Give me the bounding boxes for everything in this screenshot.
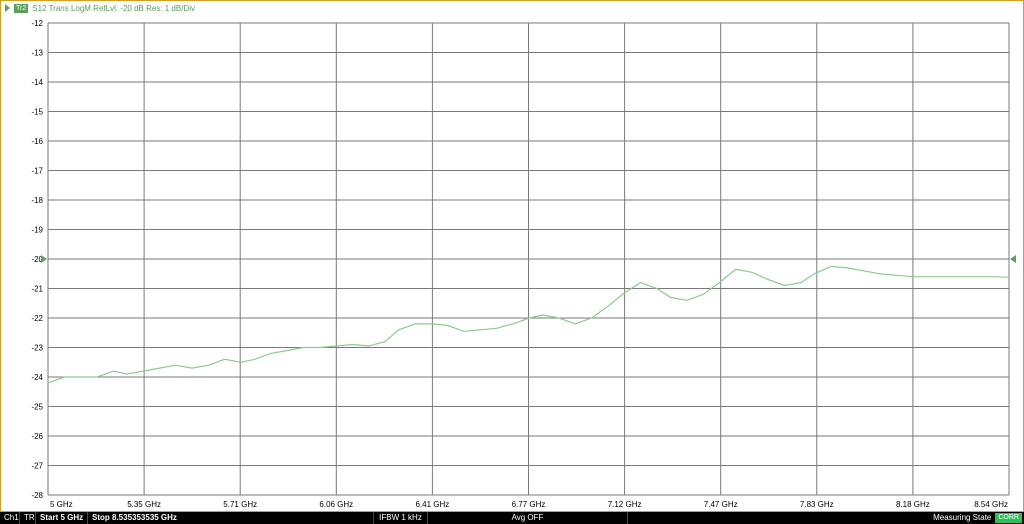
y-tick-label: -14 [31, 78, 43, 87]
y-tick-label: -22 [31, 314, 43, 323]
y-tick-label: -13 [31, 49, 43, 58]
y-tick-label: -17 [31, 167, 43, 176]
stop-frequency[interactable]: Stop 8.535353535 GHz [88, 512, 374, 524]
x-tick-label: 5.71 GHz [223, 500, 257, 509]
chart-frame: Tr2 S12 Trans LogM RefLvl: -20 dB Res: 1… [0, 0, 1024, 512]
y-tick-label: -24 [31, 373, 43, 382]
x-tick-label: 7.47 GHz [704, 500, 738, 509]
x-tick-label: 8.54 GHz [974, 500, 1008, 509]
x-tick-label: 7.12 GHz [608, 500, 642, 509]
y-tick-label: -28 [31, 491, 43, 500]
y-tick-label: -15 [31, 108, 43, 117]
y-tick-label: -27 [31, 462, 43, 471]
y-tick-label: -19 [31, 226, 43, 235]
x-tick-label: 8.18 GHz [896, 500, 930, 509]
grid [47, 22, 1010, 496]
y-tick-label: -25 [31, 403, 43, 412]
plot-area: -12-13-14-15-16-17-18-19-20-21-22-23-24-… [31, 19, 1016, 509]
x-tick-label: 7.83 GHz [800, 500, 834, 509]
x-axis-ticks: 5 GHz 5.35 GHz 5.71 GHz 6.06 GHz 6.41 GHz 6.7… [50, 500, 1008, 509]
averaging-setting[interactable]: Avg OFF [428, 512, 628, 524]
channel-indicator[interactable]: Ch1 [0, 512, 20, 524]
x-tick-label: 6.77 GHz [512, 500, 546, 509]
status-bar: Ch1 TR Start 5 GHz Stop 8.535353535 GHz … [0, 512, 1024, 524]
y-tick-label: -12 [31, 19, 43, 28]
y-tick-label: -21 [31, 285, 43, 294]
x-tick-label: 5 GHz [50, 500, 73, 509]
x-tick-label: 6.06 GHz [319, 500, 353, 509]
ifbw-setting[interactable]: IFBW 1 kHz [374, 512, 428, 524]
correction-badge: CORR [995, 513, 1022, 523]
reference-level-marker-left-icon [41, 255, 47, 263]
x-tick-label: 5.35 GHz [127, 500, 161, 509]
start-frequency[interactable]: Start 5 GHz [36, 512, 88, 524]
x-tick-label: 6.41 GHz [416, 500, 450, 509]
y-tick-label: -18 [31, 196, 43, 205]
reference-level-marker-right-icon [1010, 255, 1016, 263]
y-tick-label: -16 [31, 137, 43, 146]
y-tick-label: -23 [31, 344, 43, 353]
measuring-state: Measuring State [933, 513, 992, 522]
trace-mode-indicator[interactable]: TR [20, 512, 36, 524]
y-tick-label: -26 [31, 432, 43, 441]
